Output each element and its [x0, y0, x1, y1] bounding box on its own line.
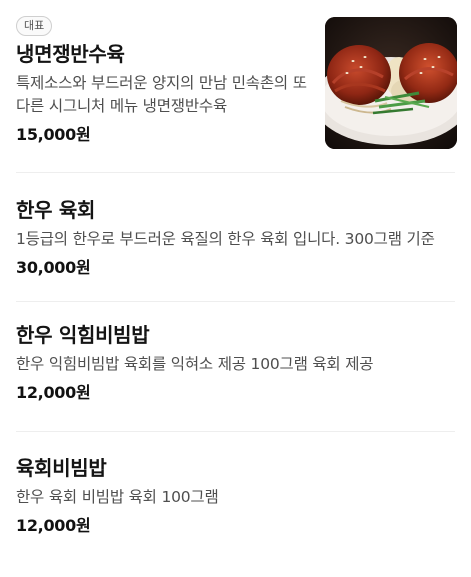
- menu-item-yukhoe-bibimbap[interactable]: 육회비빔밥 한우 육회 비빔밥 육회 100그램 12,000원: [0, 432, 471, 577]
- menu-item-name: 육회비빔밥: [16, 456, 107, 480]
- menu-item-price: 12,000원: [16, 516, 91, 535]
- menu-item-naengmyeon-jaengban-suyuk[interactable]: 대표 냉면쟁반수육 특제소스와 부드러운 양지의 만남 민속촌의 또다른 시그니…: [0, 0, 471, 173]
- signature-badge: 대표: [16, 16, 53, 36]
- menu-item-name: 한우 익힘비빔밥: [16, 323, 150, 347]
- menu-item-description: 1등급의 한우로 부드러운 육질의 한우 육회 입니다. 300그램 기준: [16, 230, 435, 248]
- menu-list: 대표 냉면쟁반수육 특제소스와 부드러운 양지의 만남 민속촌의 또다른 시그니…: [0, 0, 471, 577]
- menu-item-photo[interactable]: [325, 17, 457, 149]
- menu-item-name: 냉면쟁반수육: [16, 42, 125, 66]
- food-photo-image: [325, 17, 457, 149]
- menu-item-price: 30,000원: [16, 258, 91, 277]
- menu-item-hanwoo-yukhoe[interactable]: 한우 육회 1등급의 한우로 부드러운 육질의 한우 육회 입니다. 300그램…: [0, 173, 471, 302]
- menu-item-description: 한우 익힘비빔밥 육회를 익혀소 제공 100그램 육회 제공: [16, 355, 374, 373]
- menu-item-hanwoo-cooked-bibimbap[interactable]: 한우 익힘비빔밥 한우 익힘비빔밥 육회를 익혀소 제공 100그램 육회 제공…: [0, 302, 471, 432]
- menu-item-price: 15,000원: [16, 125, 91, 144]
- menu-item-description: 특제소스와 부드러운 양지의 만남 민속촌의 또다른 시그니처 메뉴 냉면쟁반수…: [16, 74, 307, 115]
- menu-item-name: 한우 육회: [16, 198, 96, 222]
- menu-item-price: 12,000원: [16, 383, 91, 402]
- menu-item-text: 대표 냉면쟁반수육 특제소스와 부드러운 양지의 만남 민속촌의 또다른 시그니…: [16, 14, 308, 146]
- menu-item-description: 한우 육회 비빔밥 육회 100그램: [16, 488, 219, 506]
